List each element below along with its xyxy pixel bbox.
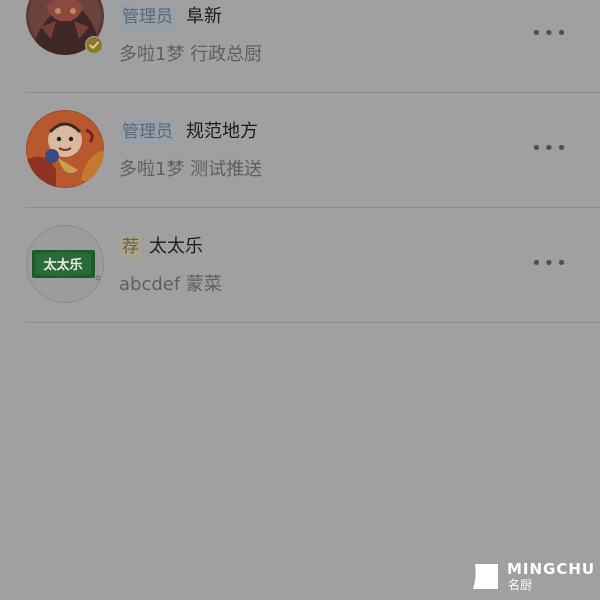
avatar-image bbox=[26, 110, 104, 188]
member-name: 规范地方 bbox=[186, 121, 258, 142]
member-list-screen: 管理员 阜新 多啦1梦 行政总厨 ••• 管理员 规范地方 多啦1梦 测试推送 … bbox=[0, 0, 600, 600]
brand-watermark: MINGCHU 名厨 bbox=[472, 560, 594, 594]
member-row[interactable]: 管理员 阜新 多啦1梦 行政总厨 ••• bbox=[0, 0, 600, 92]
member-subtitle: 多啦1梦 行政总厨 bbox=[119, 44, 263, 65]
member-name: 阜新 bbox=[186, 6, 222, 27]
brand-subtitle: 名厨 bbox=[508, 578, 533, 592]
divider bbox=[26, 322, 600, 323]
ellipsis-icon[interactable]: ••• bbox=[530, 252, 570, 276]
ellipsis-icon[interactable]: ••• bbox=[530, 137, 570, 161]
admin-tag: 管理员 bbox=[119, 5, 176, 29]
avatar[interactable]: 太太乐 bbox=[26, 225, 104, 303]
logo-text: 太太乐 bbox=[42, 257, 82, 273]
verified-badge-icon bbox=[85, 36, 103, 54]
member-name: 太太乐 bbox=[149, 236, 203, 257]
recommend-tag: 荐 bbox=[119, 235, 142, 259]
admin-tag: 管理员 bbox=[119, 120, 176, 144]
member-row[interactable]: 太太乐 荐 太太乐 abcdef 蒙菜 ••• bbox=[0, 208, 600, 323]
member-subtitle: abcdef 蒙菜 bbox=[119, 274, 222, 295]
ellipsis-icon[interactable]: ••• bbox=[530, 22, 570, 46]
member-subtitle: 多啦1梦 测试推送 bbox=[119, 159, 263, 180]
avatar[interactable] bbox=[26, 110, 104, 188]
taitaile-logo-icon: 太太乐 bbox=[32, 250, 101, 281]
member-row[interactable]: 管理员 规范地方 多啦1梦 测试推送 ••• bbox=[0, 93, 600, 208]
brand-logo-icon bbox=[473, 564, 498, 589]
